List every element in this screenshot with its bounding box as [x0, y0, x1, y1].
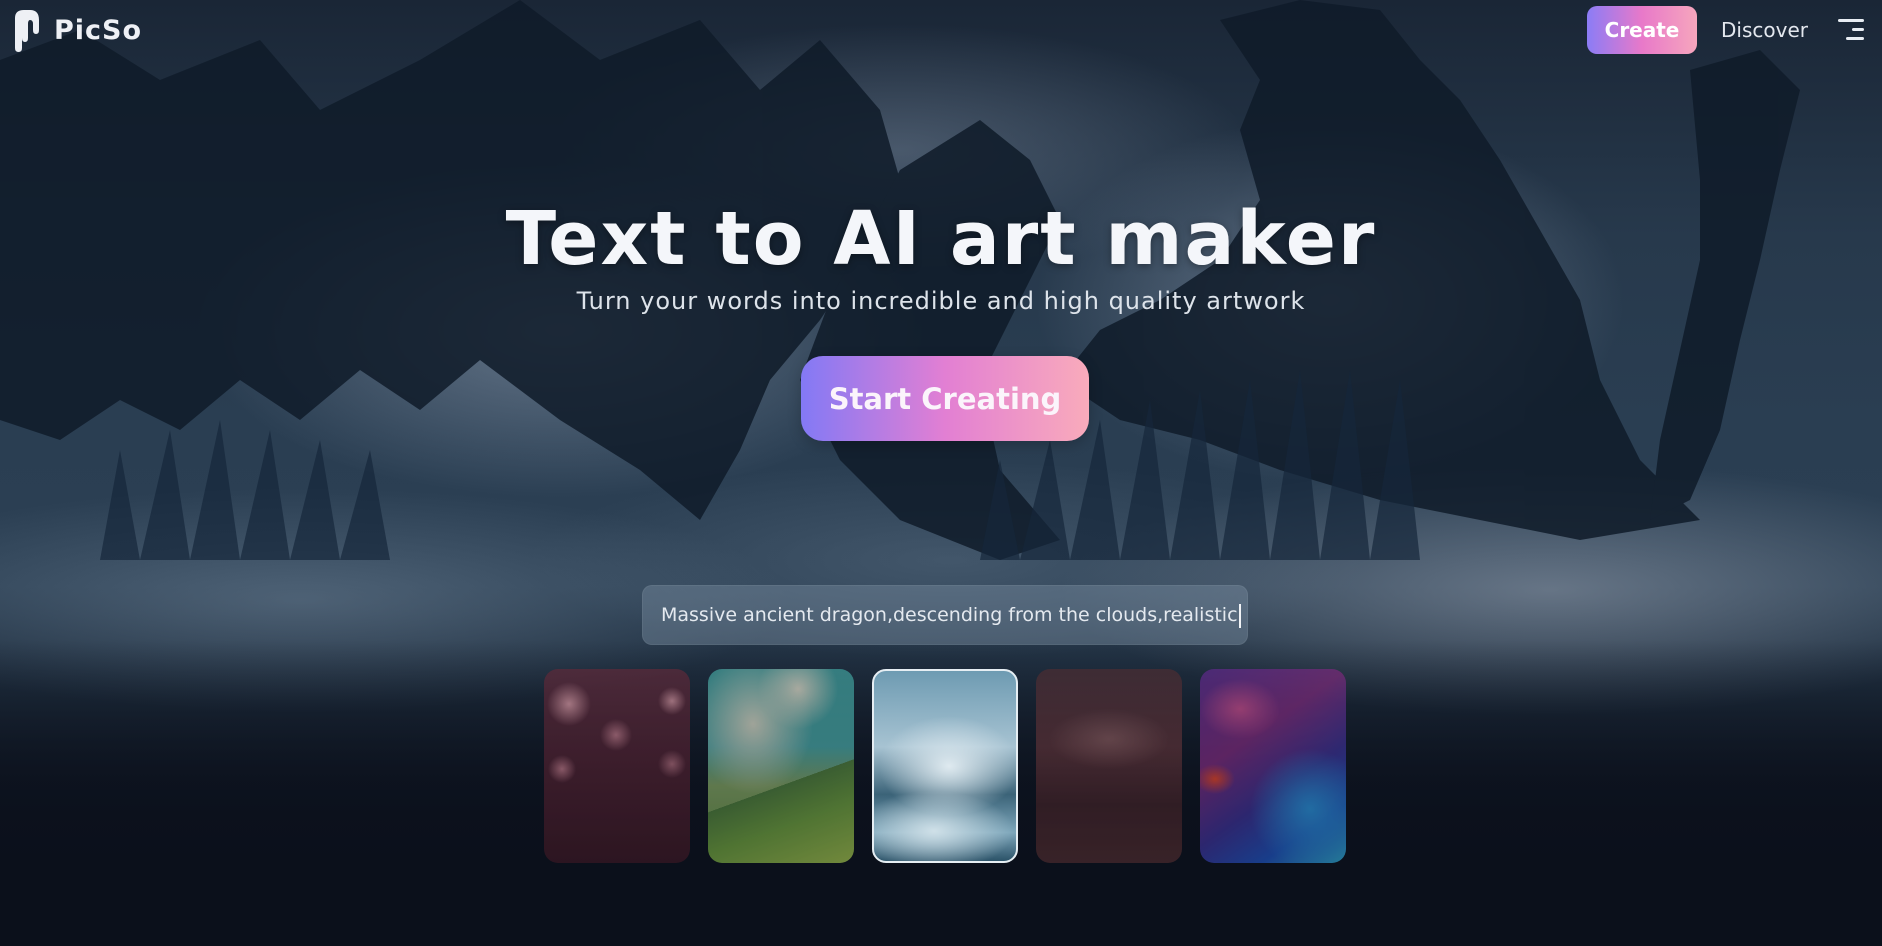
text-cursor	[1238, 604, 1241, 628]
hero-title: Text to AI art maker	[505, 196, 1377, 282]
gallery-thumbnail-landscape[interactable]	[708, 669, 854, 863]
discover-link[interactable]: Discover	[1721, 18, 1808, 42]
gallery-thumbnail-abstract[interactable]	[1200, 669, 1346, 863]
gallery-thumbnail-crowd[interactable]	[1036, 669, 1182, 863]
gallery-thumbnail-dragon-selected[interactable]	[872, 669, 1018, 863]
logo-text: PicSo	[54, 14, 143, 46]
prompt-input[interactable]	[643, 586, 1247, 644]
menu-line	[1846, 37, 1864, 40]
top-navigation: Create Discover	[1587, 6, 1882, 54]
hamburger-menu-icon[interactable]	[1838, 15, 1868, 45]
style-gallery	[544, 669, 1346, 863]
picso-logo[interactable]: PicSo	[12, 8, 142, 52]
create-button[interactable]: Create	[1587, 6, 1698, 54]
prompt-field[interactable]	[642, 585, 1248, 645]
gallery-thumbnail-ruins[interactable]	[544, 669, 690, 863]
menu-line	[1852, 28, 1864, 31]
menu-line	[1838, 19, 1864, 22]
start-creating-button[interactable]: Start Creating	[801, 356, 1089, 441]
picso-logo-icon	[15, 10, 39, 52]
hero-subtitle: Turn your words into incredible and high…	[576, 287, 1306, 315]
